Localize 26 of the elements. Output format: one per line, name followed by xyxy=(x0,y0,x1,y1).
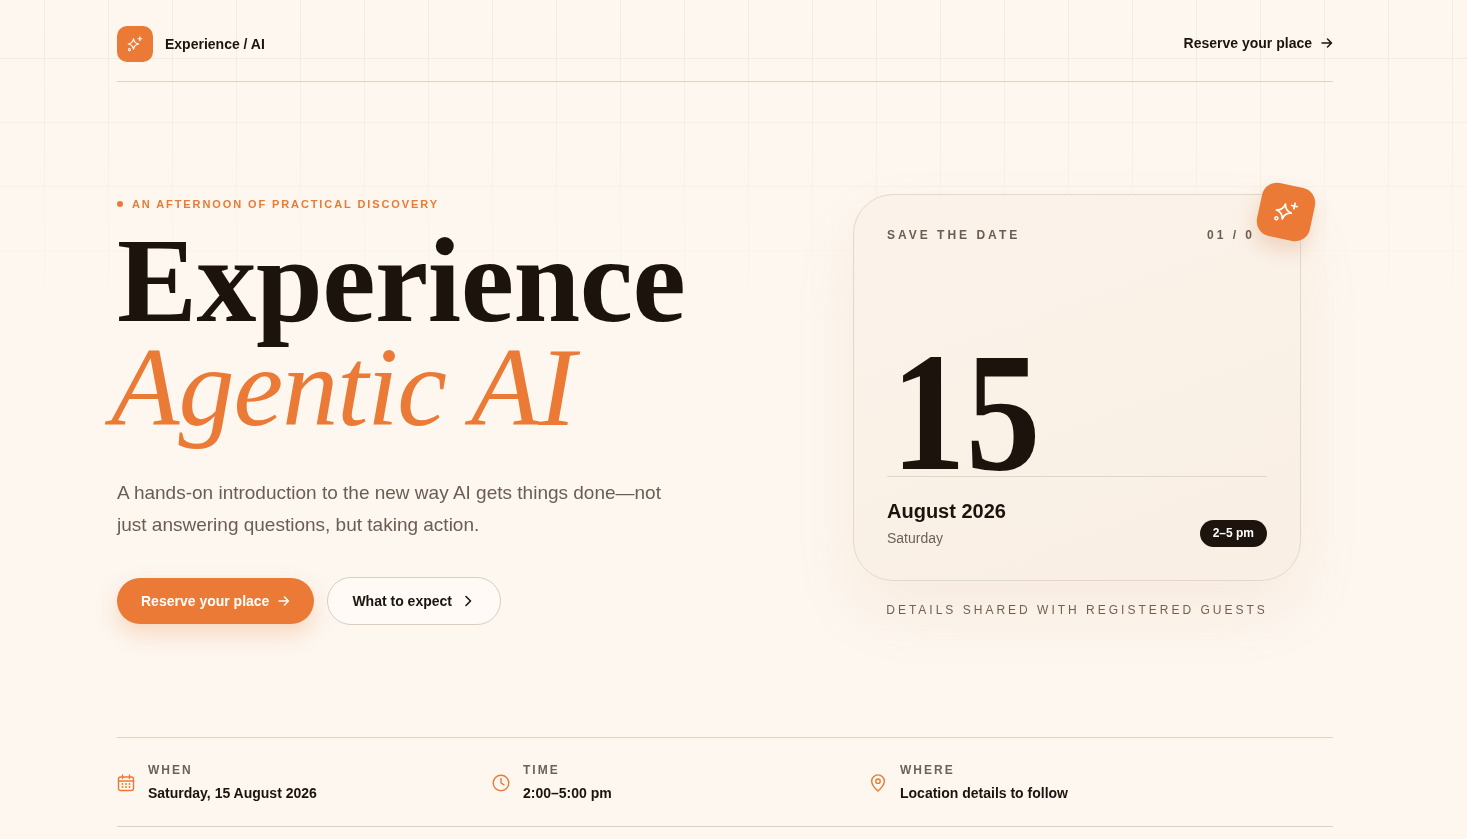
detail-label: WHERE xyxy=(900,762,956,778)
clock-icon xyxy=(492,774,510,792)
time-badge: 2–5 pm xyxy=(1199,520,1267,547)
brand-name: Experience / AI xyxy=(165,36,265,52)
page-counter: 01 / 0 xyxy=(1206,227,1255,243)
weekday: Saturday xyxy=(887,529,945,547)
reserve-link[interactable]: Reserve your place xyxy=(1183,35,1333,51)
expect-button[interactable]: What to expect xyxy=(327,577,501,625)
detail-label: WHEN xyxy=(148,762,194,778)
month-year: August 2026 xyxy=(887,499,1006,523)
detail-value: 2:00–5:00 pm xyxy=(523,784,612,803)
calendar-icon xyxy=(117,774,135,792)
eyebrow-text: AN AFTERNOON OF PRACTICAL DISCOVERY xyxy=(132,198,439,210)
chevron-right-icon xyxy=(464,595,472,607)
bullet-dot-icon xyxy=(117,201,123,207)
map-pin-icon xyxy=(869,774,887,792)
arrow-right-icon xyxy=(278,595,291,607)
detail-value: Saturday, 15 August 2026 xyxy=(148,784,317,803)
detail-label: TIME xyxy=(523,762,561,778)
detail-value: Location details to follow xyxy=(900,784,1068,803)
card-label: SAVE THE DATE xyxy=(887,227,1021,243)
sparkle-icon xyxy=(117,26,153,62)
day-number: 15 xyxy=(891,351,1041,474)
card-note: DETAILS SHARED WITH REGISTERED GUESTS xyxy=(885,602,1269,618)
arrow-right-icon xyxy=(1321,37,1333,49)
intro-paragraph: A hands-on introduction to the new way AI gets things done—not just answering questions, but taking action. xyxy=(117,481,662,537)
